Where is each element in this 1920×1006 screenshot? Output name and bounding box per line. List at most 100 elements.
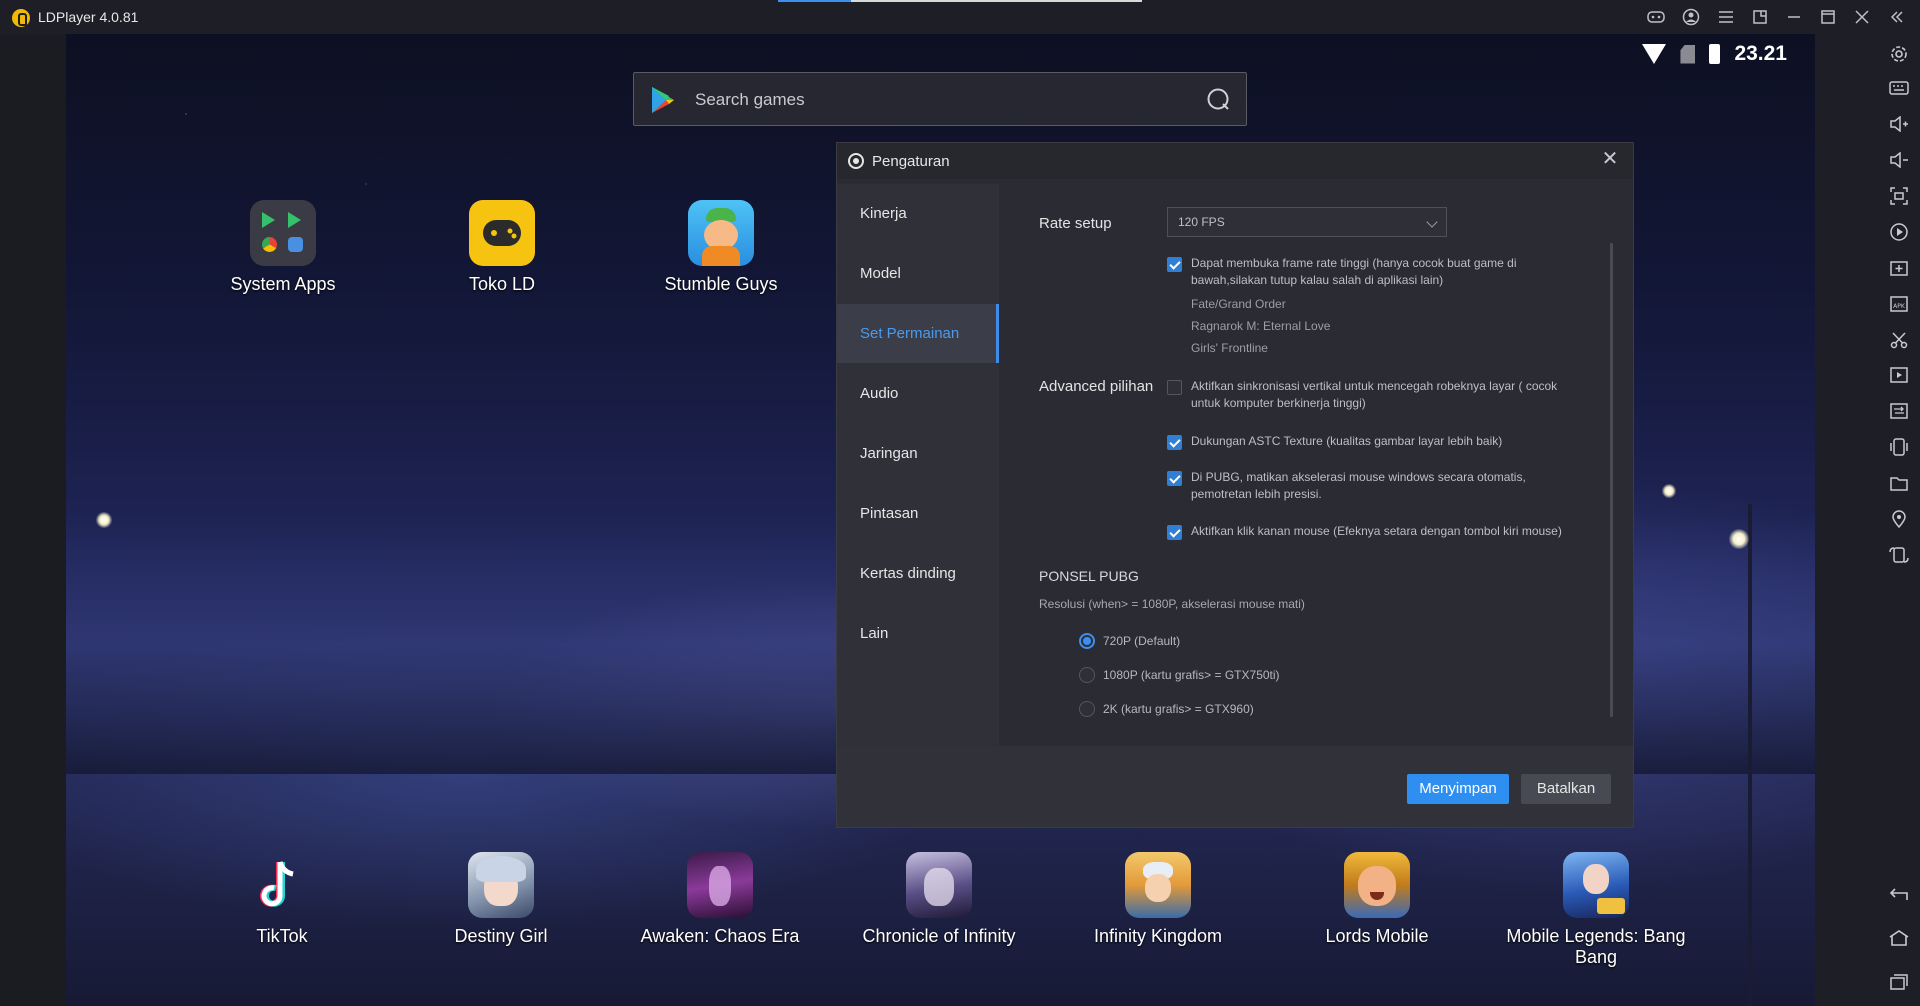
dialog-title: Pengaturan (872, 153, 950, 170)
sync-icon[interactable] (1886, 398, 1912, 424)
maximize-icon[interactable] (1817, 6, 1839, 28)
pin-icon[interactable] (1749, 6, 1771, 28)
system-apps-icon (250, 200, 316, 266)
menu-icon[interactable] (1715, 6, 1737, 28)
content-scrollbar[interactable] (1610, 243, 1613, 717)
download-progress-bar (778, 0, 1142, 2)
wifi-icon (1642, 44, 1667, 64)
stumble-guys-icon (688, 200, 754, 266)
keyboard-icon[interactable] (1886, 75, 1912, 101)
collapse-icon[interactable] (1886, 6, 1908, 28)
rotate-icon[interactable] (1886, 542, 1912, 568)
radio-1080p-label: 1080P (kartu grafis> = GTX750ti) (1103, 668, 1280, 682)
app-infinity-kingdom[interactable]: Infinity Kingdom (1058, 852, 1258, 947)
destiny-girl-icon (468, 852, 534, 918)
radio-1080p[interactable] (1079, 667, 1095, 683)
add-instance-icon[interactable] (1886, 255, 1912, 281)
high-fps-game: Ragnarok M: Eternal Love (1191, 319, 1331, 333)
infinity-kingdom-icon (1125, 852, 1191, 918)
svg-text:APK: APK (1893, 303, 1906, 310)
nav-audio[interactable]: Audio (837, 364, 999, 423)
status-time: 23.21 (1734, 42, 1787, 65)
chronicle-of-infinity-icon (906, 852, 972, 918)
app-tiktok[interactable]: TikTok (182, 852, 382, 947)
home-icon[interactable] (1886, 925, 1912, 951)
app-label: TikTok (256, 926, 308, 946)
gamepad-icon[interactable] (1645, 6, 1667, 28)
app-destiny-girl[interactable]: Destiny Girl (401, 852, 601, 947)
app-mobile-legends[interactable]: Mobile Legends: Bang Bang (1496, 852, 1696, 968)
account-icon[interactable] (1680, 6, 1702, 28)
app-system-apps[interactable]: System Apps (183, 200, 383, 295)
tiktok-icon (249, 852, 315, 918)
android-status-bar: 23.21 (1642, 42, 1787, 66)
app-label: Chronicle of Infinity (862, 926, 1016, 946)
astc-checkbox[interactable] (1167, 435, 1182, 450)
title-bar: LDPlayer 4.0.81 (0, 0, 1920, 34)
app-label: Mobile Legends: Bang Bang (1506, 926, 1686, 967)
google-play-icon (652, 87, 674, 113)
volume-up-icon[interactable] (1886, 111, 1912, 137)
pubg-mouse-checkbox[interactable] (1167, 471, 1182, 486)
search-icon[interactable] (1206, 87, 1230, 111)
right-click-checkbox[interactable] (1167, 525, 1182, 540)
app-label: Stumble Guys (664, 274, 778, 294)
app-stumble-guys[interactable]: Stumble Guys (621, 200, 821, 295)
apk-icon[interactable]: APK (1886, 291, 1912, 317)
search-games-bar[interactable]: Search games (633, 72, 1247, 126)
battery-icon (1709, 44, 1721, 64)
pubg-mouse-text: Di PUBG, matikan akselerasi mouse window… (1191, 470, 1526, 501)
no-sim-icon (1680, 44, 1696, 64)
dialog-close-icon[interactable]: ✕ (1599, 148, 1621, 170)
cancel-button[interactable]: Batalkan (1521, 774, 1611, 804)
recent-apps-icon[interactable] (1886, 969, 1912, 995)
app-label: Awaken: Chaos Era (640, 926, 800, 946)
mobile-legends-icon (1563, 852, 1629, 918)
radio-2k-label: 2K (kartu grafis> = GTX960) (1103, 702, 1254, 716)
nav-kertas-dinding[interactable]: Kertas dinding (837, 544, 999, 603)
radio-720p[interactable] (1079, 633, 1095, 649)
settings-icon[interactable] (1886, 41, 1912, 67)
lords-mobile-icon (1344, 852, 1410, 918)
save-button[interactable]: Menyimpan (1407, 774, 1509, 804)
resolution-note: Resolusi (when> = 1080P, akselerasi mous… (1039, 597, 1305, 611)
street-lamp-light (1662, 484, 1676, 498)
high-fps-checkbox[interactable] (1167, 257, 1182, 272)
nav-set-permainan[interactable]: Set Permainan (837, 304, 999, 363)
nav-model[interactable]: Model (837, 244, 999, 303)
settings-content: Rate setup 120 FPS Dapat membuka frame r… (999, 179, 1633, 741)
app-lords-mobile[interactable]: Lords Mobile (1277, 852, 1477, 947)
street-lamp-post (1748, 504, 1752, 1006)
volume-down-icon[interactable] (1886, 147, 1912, 173)
app-toko-ld[interactable]: Toko LD (402, 200, 602, 295)
vsync-checkbox[interactable] (1167, 380, 1182, 395)
folder-icon[interactable] (1886, 470, 1912, 496)
radio-2k[interactable] (1079, 701, 1095, 717)
nav-kinerja[interactable]: Kinerja (837, 184, 999, 243)
rate-setup-label: Rate setup (1039, 215, 1112, 232)
settings-dialog: Pengaturan ✕ Kinerja Model Set Permainan… (836, 142, 1634, 828)
street-lamp-light (1729, 529, 1749, 549)
nav-pintasan[interactable]: Pintasan (837, 484, 999, 543)
screenshot-icon[interactable] (1886, 183, 1912, 209)
gear-icon (848, 153, 864, 169)
close-icon[interactable] (1851, 6, 1873, 28)
settings-nav: Kinerja Model Set Permainan Audio Jaring… (837, 184, 999, 746)
video-icon[interactable] (1886, 362, 1912, 388)
location-icon[interactable] (1886, 506, 1912, 532)
advanced-label: Advanced pilihan (1039, 378, 1154, 395)
vsync-text: Aktifkan sinkronisasi vertikal untuk men… (1191, 379, 1558, 410)
nav-jaringan[interactable]: Jaringan (837, 424, 999, 483)
app-chronicle-of-infinity[interactable]: Chronicle of Infinity (839, 852, 1039, 947)
minimize-icon[interactable] (1783, 6, 1805, 28)
back-icon[interactable] (1886, 881, 1912, 907)
search-input[interactable]: Search games (695, 90, 805, 110)
rate-setup-select[interactable]: 120 FPS (1167, 207, 1447, 237)
shake-icon[interactable] (1886, 434, 1912, 460)
radio-720p-label: 720P (Default) (1103, 634, 1181, 648)
cut-icon[interactable] (1886, 327, 1912, 353)
astc-text: Dukungan ASTC Texture (kualitas gambar l… (1191, 434, 1503, 448)
record-icon[interactable] (1886, 219, 1912, 245)
nav-lain[interactable]: Lain (837, 604, 999, 663)
app-awaken-chaos-era[interactable]: Awaken: Chaos Era (620, 852, 820, 947)
